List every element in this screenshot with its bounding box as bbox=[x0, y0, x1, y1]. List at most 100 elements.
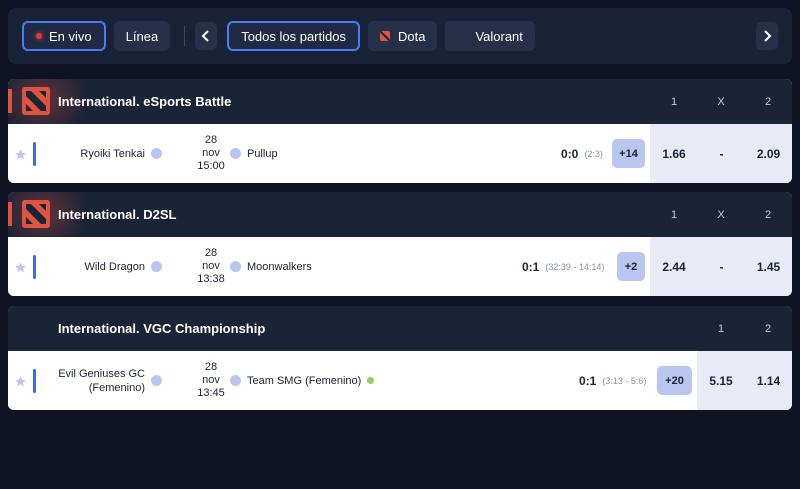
league-header: International. VGC Championship 1 2 bbox=[8, 306, 792, 351]
scroll-left-button[interactable] bbox=[195, 22, 218, 50]
score-value: 0:1 bbox=[579, 373, 597, 388]
score: 0:0 (2:3) bbox=[561, 124, 603, 183]
match-time: 15:00 bbox=[197, 160, 225, 172]
match-day: 28 bbox=[204, 247, 218, 259]
live-filter-label: En vivo bbox=[49, 28, 92, 44]
away-team[interactable]: Pullup bbox=[230, 124, 278, 183]
odds-area: 1.66 - 2.09 bbox=[650, 124, 792, 183]
match-time: 13:38 bbox=[197, 273, 225, 285]
odd-x-button[interactable]: - bbox=[698, 124, 745, 183]
dota-icon bbox=[22, 200, 50, 228]
star-icon[interactable] bbox=[14, 148, 27, 161]
scroll-right-button[interactable] bbox=[756, 22, 778, 50]
live-dot-icon bbox=[36, 33, 42, 39]
home-team[interactable]: Wild Dragon bbox=[84, 237, 162, 296]
league-block: International. eSports Battle 1 X 2 Ryoi… bbox=[8, 79, 792, 183]
more-markets-button[interactable]: +20 bbox=[657, 366, 692, 395]
live-indicator-bar bbox=[33, 369, 36, 393]
dota-tab-label: Dota bbox=[397, 28, 426, 44]
away-team-name: Team SMG (Femenino) bbox=[247, 374, 362, 387]
odd-x-button[interactable]: - bbox=[698, 237, 745, 296]
odd-2-button[interactable]: 1.45 bbox=[745, 237, 792, 296]
away-team[interactable]: Team SMG (Femenino) bbox=[230, 351, 375, 410]
away-team-name: Pullup bbox=[247, 147, 278, 160]
match-datetime: 28 nov 13:45 bbox=[188, 361, 234, 400]
dota-icon bbox=[379, 31, 390, 41]
match-day: 28 bbox=[204, 361, 218, 373]
score: 0:1 (3:13 - 5:6) bbox=[579, 351, 646, 410]
score-value: 0:0 bbox=[561, 146, 579, 161]
more-markets-button[interactable]: +2 bbox=[617, 252, 645, 281]
column-header-2: 2 bbox=[764, 95, 772, 108]
odds-area: 5.15 1.14 bbox=[697, 351, 792, 410]
home-team-name-line1: Evil Geniuses GC bbox=[58, 367, 145, 380]
live-indicator-bar bbox=[33, 142, 36, 166]
match-row[interactable]: Ryoiki Tenkai 28 nov 15:00 Pullup 0:0 (2… bbox=[8, 124, 792, 183]
more-markets-button[interactable]: +14 bbox=[612, 139, 645, 168]
star-icon[interactable] bbox=[14, 375, 27, 388]
odds-area: 2.44 - 1.45 bbox=[650, 237, 792, 296]
match-month: nov bbox=[202, 374, 220, 386]
live-indicator-bar bbox=[33, 255, 36, 279]
dota-icon bbox=[22, 87, 50, 115]
team-icon bbox=[230, 375, 241, 386]
match-month: nov bbox=[202, 260, 220, 272]
league-accent-bar bbox=[8, 89, 12, 113]
league-accent-bar bbox=[8, 202, 12, 226]
home-team-name: Evil Geniuses GC (Femenino) bbox=[58, 367, 145, 395]
all-matches-label: Todos los partidos bbox=[241, 28, 346, 44]
match-datetime: 28 nov 15:00 bbox=[188, 134, 234, 173]
online-status-icon bbox=[367, 377, 375, 384]
team-icon bbox=[151, 148, 162, 159]
match-month: nov bbox=[202, 147, 220, 159]
column-header-1: 1 bbox=[717, 322, 725, 335]
team-icon bbox=[230, 148, 241, 159]
all-matches-tab[interactable]: Todos los partidos bbox=[227, 21, 360, 51]
match-day: 28 bbox=[204, 134, 218, 146]
score-detail: (3:13 - 5:6) bbox=[602, 375, 647, 386]
odd-1-button[interactable]: 1.66 bbox=[650, 124, 698, 183]
column-header-x: X bbox=[717, 208, 725, 221]
odd-2-button[interactable]: 1.14 bbox=[745, 351, 792, 410]
match-time: 13:45 bbox=[197, 387, 225, 399]
league-title: International. VGC Championship bbox=[58, 321, 266, 336]
league-block: International. D2SL 1 X 2 Wild Dragon 28… bbox=[8, 192, 792, 296]
filter-divider bbox=[184, 26, 186, 46]
home-team[interactable]: Ryoiki Tenkai bbox=[80, 124, 162, 183]
valorant-tab-label: Valorant bbox=[475, 28, 523, 44]
match-row[interactable]: Evil Geniuses GC (Femenino) 28 nov 13:45… bbox=[8, 351, 792, 410]
home-team[interactable]: Evil Geniuses GC (Femenino) bbox=[58, 351, 162, 410]
column-header-1: 1 bbox=[670, 208, 678, 221]
column-header-1: 1 bbox=[670, 95, 678, 108]
line-filter-button[interactable]: Línea bbox=[113, 21, 171, 51]
away-team-name: Moonwalkers bbox=[247, 260, 312, 273]
match-datetime: 28 nov 13:38 bbox=[188, 247, 234, 286]
score: 0:1 (32:39 - 14:14) bbox=[522, 237, 604, 296]
league-block: International. VGC Championship 1 2 Evil… bbox=[8, 306, 792, 410]
team-icon bbox=[151, 261, 162, 272]
score-detail: (32:39 - 14:14) bbox=[545, 261, 605, 272]
away-team[interactable]: Moonwalkers bbox=[230, 237, 312, 296]
valorant-tab[interactable]: Valorant bbox=[445, 21, 535, 51]
league-title: International. eSports Battle bbox=[58, 94, 232, 109]
league-header: International. D2SL 1 X 2 bbox=[8, 192, 792, 252]
column-header-x: X bbox=[717, 95, 725, 108]
score-detail: (2:3) bbox=[584, 148, 603, 159]
live-filter-button[interactable]: En vivo bbox=[22, 21, 106, 51]
home-team-name: Wild Dragon bbox=[84, 260, 145, 273]
odd-1-button[interactable]: 2.44 bbox=[650, 237, 698, 296]
match-row[interactable]: Wild Dragon 28 nov 13:38 Moonwalkers 0:1… bbox=[8, 237, 792, 296]
home-team-name-line2: (Femenino) bbox=[88, 381, 145, 394]
score-value: 0:1 bbox=[522, 259, 540, 274]
column-header-2: 2 bbox=[764, 322, 772, 335]
league-header: International. eSports Battle 1 X 2 bbox=[8, 79, 792, 139]
chevron-left-icon bbox=[201, 30, 209, 42]
odd-2-button[interactable]: 2.09 bbox=[745, 124, 792, 183]
dota-tab[interactable]: Dota bbox=[367, 21, 438, 51]
filter-bar: En vivo Línea Todos los partidos Dota Va… bbox=[8, 8, 792, 64]
team-icon bbox=[230, 261, 241, 272]
chevron-right-icon bbox=[764, 30, 772, 42]
league-title: International. D2SL bbox=[58, 207, 177, 222]
star-icon[interactable] bbox=[14, 261, 27, 274]
odd-1-button[interactable]: 5.15 bbox=[697, 351, 745, 410]
